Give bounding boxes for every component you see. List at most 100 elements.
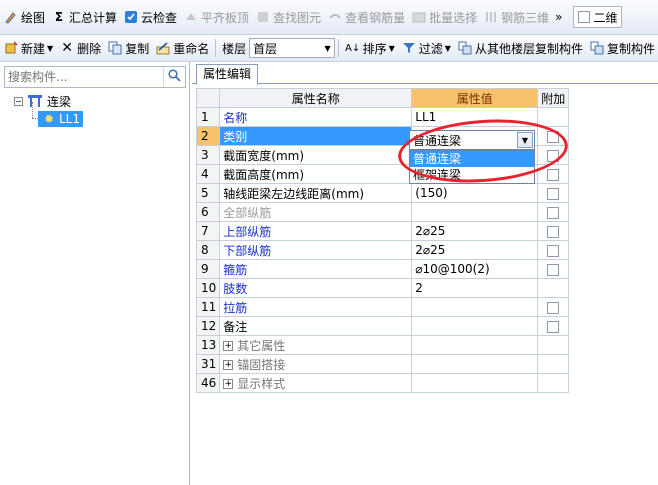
search-input[interactable]: [5, 68, 163, 86]
attach-checkbox[interactable]: [547, 206, 560, 219]
property-value[interactable]: 2⌀25: [411, 221, 539, 241]
property-name-text: 轴线距梁左边线距离(mm): [223, 186, 365, 201]
property-row[interactable]: 13 + 其它属性: [195, 335, 570, 355]
toolbar-overflow-button[interactable]: »: [552, 6, 565, 28]
find-element-button[interactable]: 查找图元: [252, 6, 324, 28]
attach-checkbox[interactable]: [547, 187, 560, 200]
new-button[interactable]: 新建 ▼: [0, 37, 56, 59]
property-row[interactable]: 6 全部纵筋: [195, 202, 570, 222]
property-value[interactable]: [411, 316, 539, 336]
tree-connector: [32, 102, 33, 118]
floor-select[interactable]: 首层 ▼: [249, 38, 335, 58]
delete-button[interactable]: ✕ 删除: [56, 37, 104, 59]
search-box: [4, 66, 186, 88]
expand-icon[interactable]: +: [223, 379, 234, 389]
copy-from-floor-button[interactable]: 从其他楼层复制构件: [454, 37, 586, 59]
row-number: 2: [195, 126, 221, 146]
batch-select-button[interactable]: 批量选择: [408, 6, 480, 28]
tree-node-coupling-beam[interactable]: − 连梁: [0, 92, 188, 110]
property-value[interactable]: [411, 354, 539, 374]
property-name-text: 截面宽度(mm): [223, 148, 305, 163]
tree-node-ll1-selected[interactable]: ✹ LL1: [38, 111, 84, 127]
property-row[interactable]: 7 上部纵筋 2⌀25: [195, 221, 570, 241]
copy-button[interactable]: 复制: [104, 37, 152, 59]
attach-checkbox[interactable]: [547, 263, 560, 276]
rename-icon: [155, 40, 171, 56]
property-value[interactable]: ⌀10@100(2): [411, 259, 539, 279]
floor-label: 楼层: [222, 41, 247, 56]
tab-strip: 属性编辑: [192, 62, 658, 85]
chevron-down-icon[interactable]: ▼: [517, 132, 533, 148]
property-value[interactable]: [411, 202, 539, 222]
property-value[interactable]: 2⌀25: [411, 240, 539, 260]
attach-cell: [537, 373, 570, 393]
grid-header-row: 属性名称 属性值 附加: [195, 88, 570, 108]
property-name-text: 上部纵筋: [223, 224, 272, 239]
property-name-text: 类别: [223, 129, 248, 144]
row-number: 6: [195, 202, 221, 222]
property-row[interactable]: 1 名称 LL1: [195, 107, 570, 127]
property-name: 箍筋: [219, 259, 413, 279]
expand-icon[interactable]: +: [223, 360, 234, 370]
option-frame-coupling-beam[interactable]: 框架连梁: [410, 167, 534, 183]
property-row[interactable]: 46 + 显示样式: [195, 373, 570, 393]
view-2d-toggle[interactable]: 二维: [573, 6, 623, 28]
group-label: 显示样式: [237, 376, 286, 391]
property-row[interactable]: 8 下部纵筋 2⌀25: [195, 240, 570, 260]
attach-cell: [537, 164, 570, 184]
property-name: 类别: [219, 126, 413, 146]
property-row[interactable]: 10 肢数 2: [195, 278, 570, 298]
rebar-3d-button[interactable]: 钢筋三维: [480, 6, 552, 28]
attach-checkbox[interactable]: [547, 301, 560, 314]
row-number: 5: [195, 183, 221, 203]
batch-select-icon: [411, 9, 427, 25]
property-value[interactable]: (150): [411, 183, 539, 203]
attach-checkbox[interactable]: [547, 130, 560, 143]
copy-component-button[interactable]: 复制构件: [586, 37, 658, 59]
property-row[interactable]: 5 轴线距梁左边线距离(mm) (150): [195, 183, 570, 203]
option-ordinary-coupling-beam[interactable]: 普通连梁: [410, 151, 534, 167]
property-name: 名称: [219, 107, 413, 127]
collapse-icon[interactable]: −: [14, 96, 23, 106]
delete-icon: ✕: [61, 40, 74, 56]
row-number: 46: [195, 373, 221, 393]
property-value[interactable]: 2: [411, 278, 539, 298]
property-name-text: 拉筋: [223, 300, 248, 315]
property-value[interactable]: LL1: [411, 107, 539, 127]
property-row[interactable]: 9 箍筋 ⌀10@100(2): [195, 259, 570, 279]
attach-checkbox[interactable]: [547, 149, 560, 162]
search-button[interactable]: [163, 67, 185, 87]
attach-cell: [537, 297, 570, 317]
row-number: 13: [195, 335, 221, 355]
align-slab-button[interactable]: 平齐板顶: [180, 6, 252, 28]
cloud-check-button[interactable]: 云检查: [120, 6, 180, 28]
category-combo[interactable]: 普通连梁 ▼: [409, 130, 535, 150]
view-2d-checkbox[interactable]: [578, 11, 591, 23]
tab-property-edit[interactable]: 属性编辑: [196, 64, 259, 85]
rename-button[interactable]: 重命名: [152, 37, 212, 59]
property-value[interactable]: [411, 373, 539, 393]
property-row[interactable]: 12 备注: [195, 316, 570, 336]
property-row[interactable]: 31 + 锚固搭接: [195, 354, 570, 374]
expand-icon[interactable]: +: [223, 341, 234, 351]
filter-button[interactable]: 过滤 ▼: [398, 37, 454, 59]
attach-checkbox[interactable]: [547, 168, 560, 181]
property-value[interactable]: [411, 297, 539, 317]
align-slab-icon: [183, 9, 199, 25]
attach-checkbox[interactable]: [547, 320, 560, 333]
property-row[interactable]: 11 拉筋: [195, 297, 570, 317]
rebar-3d-icon: [483, 9, 499, 25]
attach-checkbox[interactable]: [547, 225, 560, 238]
summary-calc-button[interactable]: Σ 汇总计算: [48, 6, 120, 28]
view-rebar-button[interactable]: 查看钢筋量: [324, 6, 408, 28]
dropdown-arrow-icon: ▼: [444, 43, 451, 53]
property-editor: 属性编辑 属性名称 属性值 附加 1 名称 LL1 2 类别 3 截面宽度(mm) 4 截面高度…: [192, 62, 658, 485]
attach-checkbox[interactable]: [547, 244, 560, 257]
property-value[interactable]: [411, 335, 539, 355]
draw-button[interactable]: 绘图: [0, 6, 48, 28]
attach-cell: [537, 354, 570, 374]
tree-node-ll1[interactable]: ✹ LL1: [38, 110, 188, 128]
property-name: 肢数: [219, 278, 413, 298]
toolbar-divider: [215, 39, 217, 57]
sort-button[interactable]: A↓ 排序 ▼: [342, 37, 398, 59]
